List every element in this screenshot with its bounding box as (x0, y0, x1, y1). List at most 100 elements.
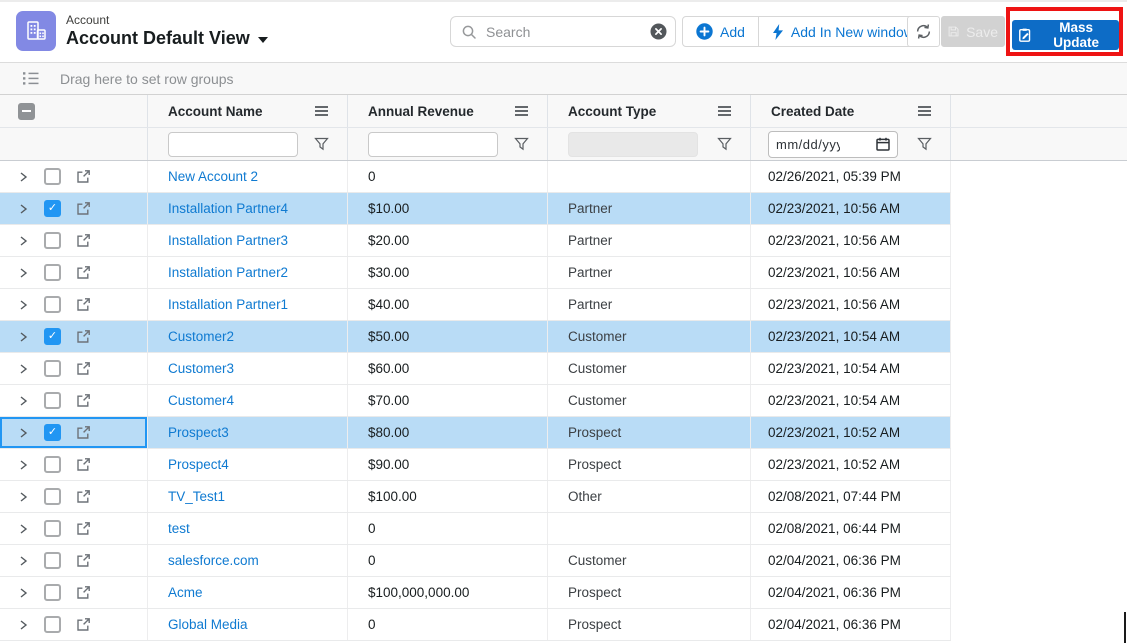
save-button[interactable]: Save (941, 16, 1005, 47)
account-type-filter-input[interactable] (568, 131, 698, 157)
open-record-external-link-icon[interactable] (76, 393, 91, 408)
column-menu-icon[interactable] (717, 105, 732, 117)
row-expand-chevron-icon[interactable] (17, 267, 29, 279)
chevron-down-icon (257, 37, 268, 43)
add-in-new-window-button[interactable]: Add In New window (759, 17, 927, 46)
row-checkbox[interactable] (44, 360, 61, 377)
row-expand-chevron-icon[interactable] (17, 523, 29, 535)
column-menu-icon[interactable] (917, 105, 932, 117)
account-name-link[interactable]: Installation Partner4 (168, 201, 288, 216)
created-date-cell: 02/23/2021, 10:56 AM (751, 257, 951, 288)
account-name-link[interactable]: Customer3 (168, 361, 234, 376)
row-expand-chevron-icon[interactable] (17, 427, 29, 439)
account-name-link[interactable]: Customer2 (168, 329, 234, 344)
created-date-cell: 02/04/2021, 06:36 PM (751, 609, 951, 640)
view-selector[interactable]: Account Default View (66, 28, 268, 49)
open-record-external-link-icon[interactable] (76, 457, 91, 472)
row-checkbox[interactable] (44, 168, 61, 185)
filter-funnel-icon[interactable] (314, 137, 329, 151)
row-checkbox[interactable] (44, 520, 61, 537)
row-checkbox[interactable] (44, 616, 61, 633)
account-name-cell: Prospect3 (148, 417, 348, 448)
account-name-link[interactable]: Customer4 (168, 393, 234, 408)
open-record-external-link-icon[interactable] (76, 489, 91, 504)
search-icon (462, 25, 476, 39)
account-name-link[interactable]: test (168, 521, 190, 536)
row-expand-chevron-icon[interactable] (17, 587, 29, 599)
row-checkbox[interactable] (44, 328, 61, 345)
open-record-external-link-icon[interactable] (76, 425, 91, 440)
view-title-text: Account Default View (66, 28, 250, 48)
open-record-external-link-icon[interactable] (76, 169, 91, 184)
row-controls-cell (0, 577, 148, 608)
open-record-external-link-icon[interactable] (76, 617, 91, 632)
search-input[interactable] (484, 22, 650, 41)
open-record-external-link-icon[interactable] (76, 521, 91, 536)
filter-funnel-icon[interactable] (514, 137, 529, 151)
account-name-link[interactable]: Installation Partner1 (168, 297, 288, 312)
table-row: Global Media 0 Prospect 02/04/2021, 06:3… (0, 609, 951, 641)
column-header-annual-revenue[interactable]: Annual Revenue (348, 95, 548, 127)
open-record-external-link-icon[interactable] (76, 329, 91, 344)
mass-update-button[interactable]: Mass Update (1012, 20, 1119, 50)
row-expand-chevron-icon[interactable] (17, 235, 29, 247)
row-expand-chevron-icon[interactable] (17, 363, 29, 375)
refresh-button[interactable] (907, 16, 940, 47)
row-expand-chevron-icon[interactable] (17, 555, 29, 567)
column-menu-icon[interactable] (314, 105, 329, 117)
row-expand-chevron-icon[interactable] (17, 459, 29, 471)
row-expand-chevron-icon[interactable] (17, 491, 29, 503)
row-expand-chevron-icon[interactable] (17, 395, 29, 407)
account-name-link[interactable]: Acme (168, 585, 203, 600)
row-checkbox[interactable] (44, 264, 61, 281)
open-record-external-link-icon[interactable] (76, 361, 91, 376)
column-header-account-type[interactable]: Account Type (548, 95, 751, 127)
account-name-link[interactable]: Installation Partner3 (168, 233, 288, 248)
row-expand-chevron-icon[interactable] (17, 331, 29, 343)
column-header-created-date[interactable]: Created Date (751, 95, 951, 127)
row-controls-cell (0, 193, 148, 224)
row-checkbox[interactable] (44, 296, 61, 313)
account-name-link[interactable]: salesforce.com (168, 553, 259, 568)
row-checkbox[interactable] (44, 200, 61, 217)
account-name-link[interactable]: TV_Test1 (168, 489, 225, 504)
plus-circle-icon (696, 23, 713, 40)
row-checkbox[interactable] (44, 392, 61, 409)
select-all-checkbox[interactable] (18, 102, 35, 120)
row-expand-chevron-icon[interactable] (17, 619, 29, 631)
add-button[interactable]: Add (683, 17, 758, 46)
account-name-link[interactable]: Prospect4 (168, 457, 229, 472)
save-disk-icon (948, 26, 959, 37)
row-checkbox[interactable] (44, 584, 61, 601)
filter-funnel-icon[interactable] (717, 137, 732, 151)
filter-funnel-icon[interactable] (917, 137, 932, 151)
account-name-link[interactable]: Global Media (168, 617, 248, 632)
row-expand-chevron-icon[interactable] (17, 203, 29, 215)
account-name-link[interactable]: Installation Partner2 (168, 265, 288, 280)
annual-revenue-filter-input[interactable] (368, 131, 498, 157)
row-checkbox[interactable] (44, 456, 61, 473)
row-expand-chevron-icon[interactable] (17, 299, 29, 311)
open-record-external-link-icon[interactable] (76, 297, 91, 312)
open-record-external-link-icon[interactable] (76, 201, 91, 216)
open-record-external-link-icon[interactable] (76, 585, 91, 600)
created-date-cell: 02/23/2021, 10:56 AM (751, 193, 951, 224)
row-group-drop-zone[interactable]: Drag here to set row groups (0, 62, 1127, 95)
column-menu-icon[interactable] (514, 105, 529, 117)
annual-revenue-cell: $20.00 (348, 225, 548, 256)
open-record-external-link-icon[interactable] (76, 233, 91, 248)
clear-search-icon[interactable] (650, 23, 667, 40)
account-name-filter-input[interactable] (168, 131, 298, 157)
row-checkbox[interactable] (44, 232, 61, 249)
row-checkbox[interactable] (44, 552, 61, 569)
account-name-link[interactable]: Prospect3 (168, 425, 229, 440)
column-header-account-name[interactable]: Account Name (148, 95, 348, 127)
row-checkbox[interactable] (44, 424, 61, 441)
open-record-external-link-icon[interactable] (76, 265, 91, 280)
row-checkbox[interactable] (44, 488, 61, 505)
calendar-icon[interactable] (876, 137, 890, 151)
row-expand-chevron-icon[interactable] (17, 171, 29, 183)
open-record-external-link-icon[interactable] (76, 553, 91, 568)
account-name-link[interactable]: New Account 2 (168, 169, 258, 184)
created-date-filter-input[interactable]: mm/dd/yyyy (768, 130, 898, 158)
